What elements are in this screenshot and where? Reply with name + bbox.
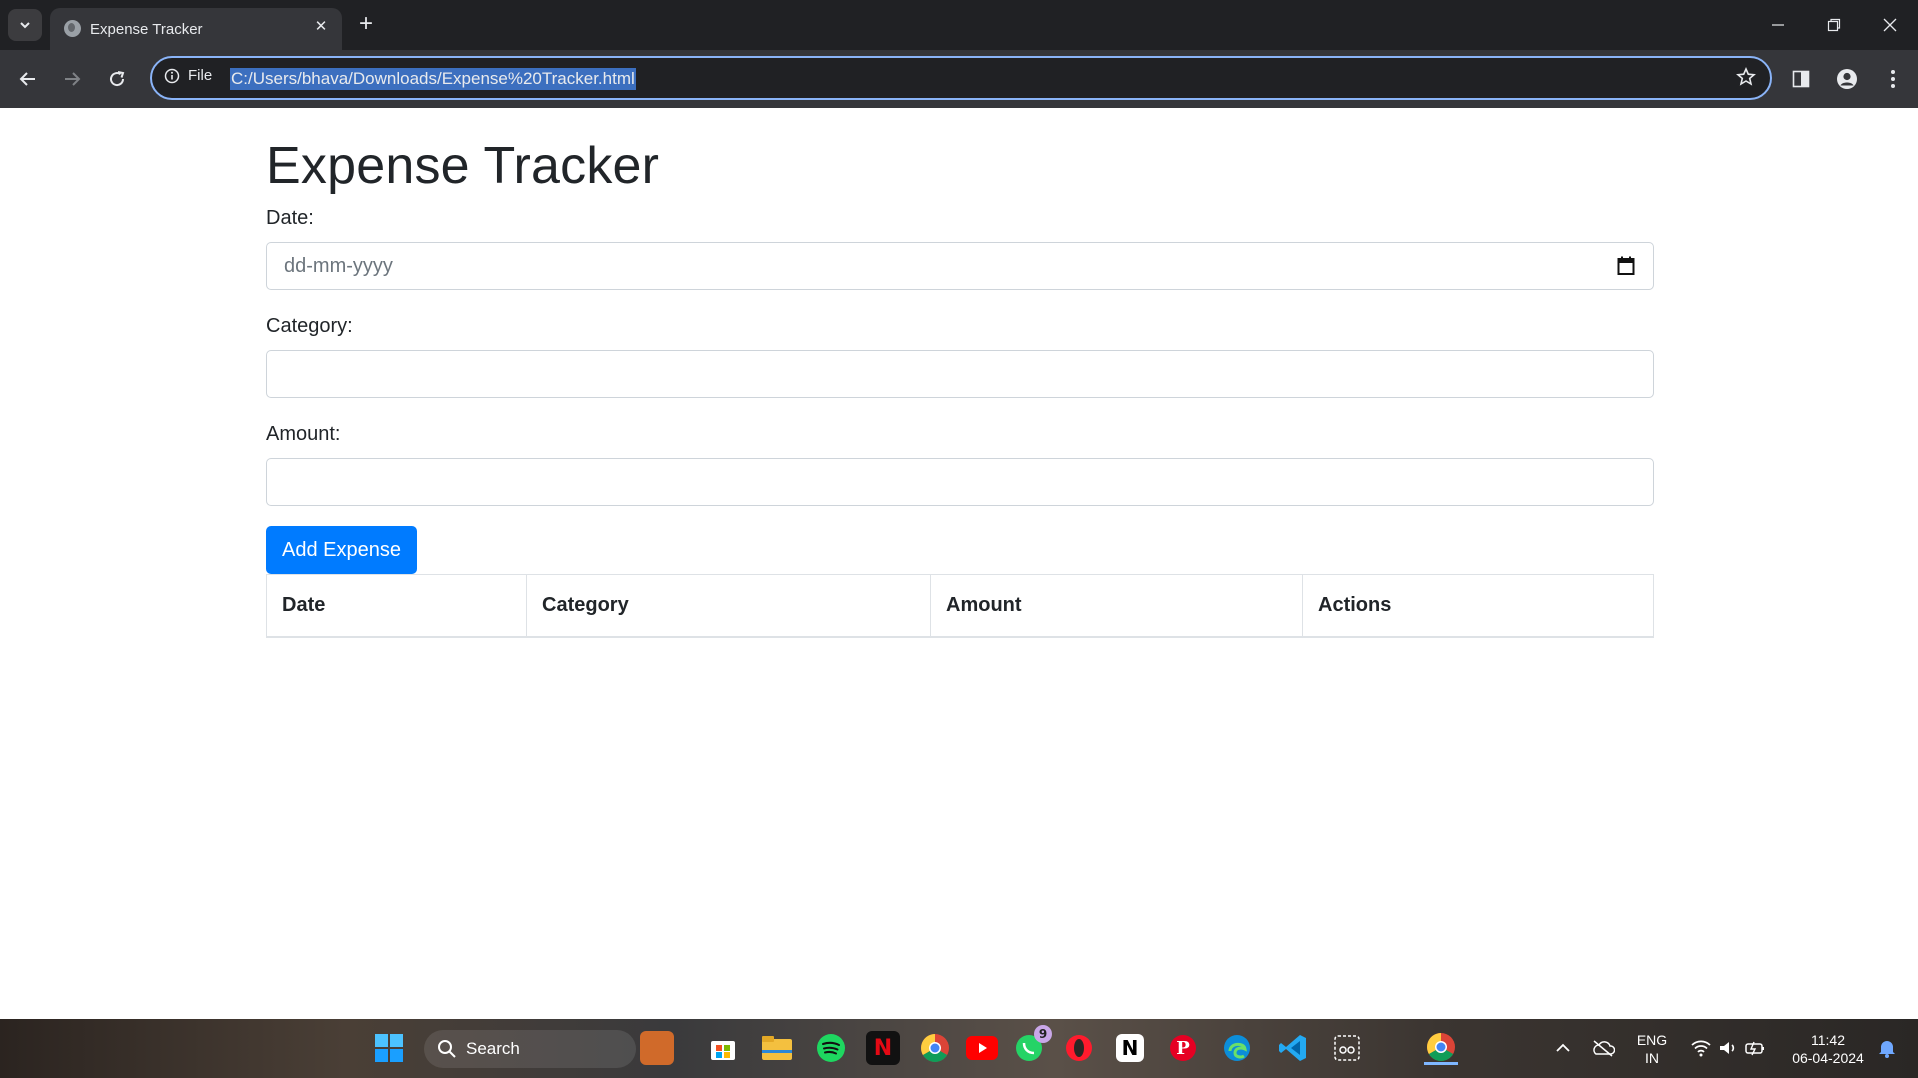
column-header-actions: Actions (1302, 574, 1654, 638)
youtube-icon[interactable] (965, 1031, 999, 1065)
restore-button[interactable] (1806, 0, 1862, 50)
arrow-right-icon (65, 72, 81, 86)
browser-tab[interactable]: Expense Tracker ✕ (50, 8, 342, 50)
tab-title: Expense Tracker (90, 21, 203, 38)
reload-button[interactable] (101, 63, 133, 95)
date-label-taskbar: 06-04-2024 (1792, 1050, 1864, 1066)
time-label: 11:42 (1811, 1032, 1845, 1048)
arrow-left-icon (19, 72, 35, 86)
pinterest-icon[interactable]: P (1166, 1031, 1200, 1065)
category-label: Category: (266, 315, 353, 337)
bell-icon (1879, 1041, 1895, 1058)
globe-icon (64, 20, 81, 37)
avatar-icon (1837, 69, 1857, 89)
column-header-category: Category (526, 574, 931, 638)
notion-icon[interactable]: N (1116, 1034, 1144, 1062)
taskbar-search[interactable]: Search (424, 1030, 636, 1068)
column-header-amount: Amount (930, 574, 1303, 638)
minimize-icon (1772, 24, 1784, 26)
chrome-active-icon[interactable] (1424, 1031, 1458, 1065)
language-label: ENG (1636, 1032, 1668, 1048)
windows-taskbar: Search N 9 N P ENG IN 11:42 06-04-2024 (0, 1019, 1918, 1078)
volume-icon (1720, 1042, 1735, 1054)
chevron-up-icon (1556, 1043, 1570, 1052)
battery-icon (1745, 1041, 1764, 1056)
browser-titlebar: Expense Tracker ✕ + (0, 0, 1918, 50)
tab-close-icon[interactable]: ✕ (310, 16, 332, 38)
calendar-icon[interactable] (1617, 256, 1635, 281)
opera-icon[interactable] (1062, 1031, 1096, 1065)
close-icon (1883, 18, 1897, 32)
microsoft-store-icon[interactable] (706, 1031, 740, 1065)
profile-button[interactable] (1832, 64, 1862, 94)
notifications-button[interactable] (1870, 1031, 1904, 1065)
file-explorer-icon[interactable] (760, 1031, 794, 1065)
side-panel-button[interactable] (1786, 64, 1816, 94)
tab-search-button[interactable] (8, 9, 42, 41)
side-panel-icon (1792, 70, 1810, 88)
onedrive-offline-icon[interactable] (1586, 1031, 1620, 1065)
category-input[interactable] (266, 350, 1654, 398)
vscode-icon[interactable] (1276, 1031, 1310, 1065)
browser-toolbar: File C:/Users/bhava/Downloads/Expense%20… (0, 50, 1918, 108)
netflix-icon[interactable]: N (866, 1031, 900, 1065)
bookmark-star-icon[interactable] (1736, 67, 1756, 92)
expense-tracker-page: Expense Tracker Date: dd-mm-yyyy Categor… (266, 108, 1654, 638)
new-tab-button[interactable]: + (352, 10, 380, 38)
amount-label: Amount: (266, 423, 341, 445)
snipping-tool-icon[interactable] (1330, 1031, 1364, 1065)
url-text[interactable]: C:/Users/bhava/Downloads/Expense%20Track… (230, 68, 636, 90)
kebab-menu-icon (1891, 70, 1895, 88)
back-button[interactable] (12, 63, 44, 95)
whatsapp-icon[interactable]: 9 (1012, 1025, 1052, 1065)
restore-icon (1827, 18, 1841, 32)
start-button[interactable] (372, 1031, 406, 1065)
edge-icon[interactable] (1220, 1031, 1254, 1065)
column-header-date: Date (266, 574, 527, 638)
reload-icon (110, 71, 125, 87)
address-bar[interactable]: File C:/Users/bhava/Downloads/Expense%20… (150, 56, 1772, 100)
windows-logo-icon (375, 1034, 403, 1062)
date-input[interactable]: dd-mm-yyyy (266, 242, 1654, 290)
search-label: Search (466, 1039, 520, 1058)
show-hidden-icons-button[interactable] (1546, 1031, 1580, 1065)
minimize-button[interactable] (1750, 0, 1806, 50)
site-info-label: File (188, 67, 213, 84)
menu-button[interactable] (1878, 64, 1908, 94)
date-label: Date: (266, 207, 314, 229)
spotify-icon[interactable] (814, 1031, 848, 1065)
wifi-icon (1691, 1040, 1711, 1057)
chevron-down-icon (20, 22, 30, 29)
table-header-row: Date Category Amount Actions (266, 574, 1654, 638)
site-info-button[interactable]: File (164, 67, 212, 84)
info-icon (164, 68, 180, 83)
search-icon (438, 1040, 456, 1058)
region-label: IN (1645, 1050, 1659, 1066)
amount-input[interactable] (266, 458, 1654, 506)
date-placeholder: dd-mm-yyyy (284, 255, 393, 277)
add-expense-button[interactable]: Add Expense (266, 526, 417, 574)
game-app-icon[interactable] (640, 1031, 674, 1065)
language-indicator[interactable]: ENG IN (1632, 1031, 1672, 1067)
chrome-icon[interactable] (918, 1031, 952, 1065)
svg-text:P: P (1176, 1038, 1190, 1059)
expense-table: Date Category Amount Actions (266, 574, 1654, 638)
page-title: Expense Tracker (266, 137, 660, 195)
notification-badge: 9 (1034, 1025, 1052, 1043)
clock[interactable]: 11:42 06-04-2024 (1786, 1031, 1870, 1067)
forward-button[interactable] (56, 63, 88, 95)
quick-settings-button[interactable] (1680, 1031, 1776, 1065)
close-window-button[interactable] (1862, 0, 1918, 50)
